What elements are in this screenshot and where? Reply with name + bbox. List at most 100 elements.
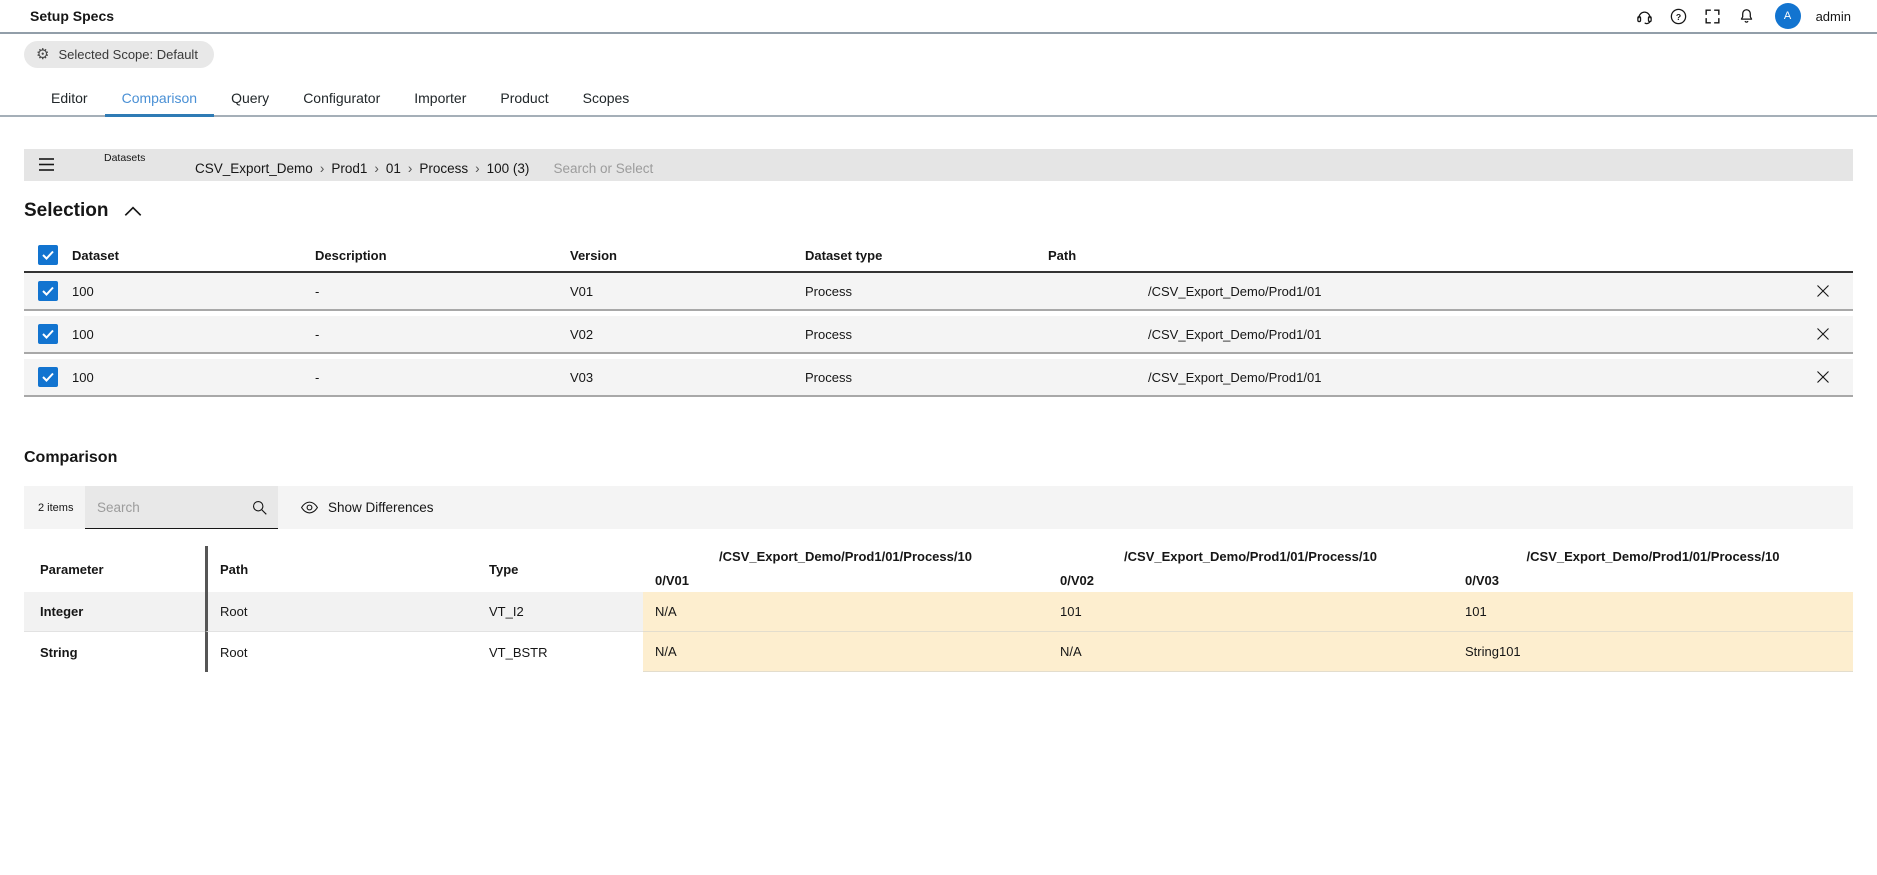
column-header-dataset: Dataset (72, 247, 119, 263)
breadcrumb-item-100[interactable]: 100 (3) (487, 161, 530, 176)
breadcrumb-item-process[interactable]: Process (419, 161, 468, 176)
cell-dataset-type: Process (805, 326, 852, 342)
dataset-search-input[interactable] (553, 161, 1789, 176)
cell-dataset: 100 (72, 283, 94, 299)
cell-path: /CSV_Export_Demo/Prod1/01 (1148, 283, 1322, 299)
version-label: 0/V03 (1465, 573, 1499, 588)
column-header-path: Path (205, 546, 477, 592)
cell-version: V01 (570, 283, 594, 299)
column-header-dataset-type: Dataset type (805, 247, 883, 263)
collapse-chevron-up-icon[interactable] (124, 205, 142, 217)
column-header-parameter: Parameter (40, 561, 104, 577)
eye-icon (300, 501, 319, 514)
comparison-search-input[interactable] (97, 499, 251, 515)
breadcrumb-item-root[interactable]: CSV_Export_Demo (195, 161, 313, 176)
column-header-version: Version (570, 247, 617, 263)
cell-version: V03 (570, 369, 594, 385)
app-title: Setup Specs (30, 8, 115, 24)
cell-path: /CSV_Export_Demo/Prod1/01 (1148, 326, 1322, 342)
selection-table: Dataset Description Version Dataset type… (24, 239, 1853, 397)
tab-editor[interactable]: Editor (34, 84, 105, 115)
cell-path: Root (205, 632, 477, 672)
cell-parameter: String (40, 644, 78, 660)
scope-row: ⚙ Selected Scope: Default (24, 41, 1877, 68)
cell-type: VT_BSTR (489, 644, 548, 660)
group-path-label: /CSV_Export_Demo/Prod1/01/Process/10 (719, 549, 972, 564)
app-header: Setup Specs ? A admin (0, 0, 1877, 34)
help-glyph: ? (1675, 11, 1680, 21)
search-icon (252, 500, 267, 515)
cell-description: - (315, 326, 320, 342)
dataset-search (553, 154, 1853, 176)
table-row[interactable]: 100 - V01 Process /CSV_Export_Demo/Prod1… (24, 273, 1853, 311)
table-row[interactable]: Integer Root VT_I2 N/A 101 101 (24, 592, 1853, 632)
breadcrumb-item-prod1[interactable]: Prod1 (331, 161, 367, 176)
selected-scope-chip[interactable]: ⚙ Selected Scope: Default (24, 41, 214, 68)
remove-row-close-icon[interactable] (1815, 283, 1831, 299)
breadcrumb-separator: › (374, 161, 379, 176)
comparison-table-header: Parameter Path Type /CSV_Export_Demo/Pro… (24, 546, 1853, 592)
help-icon[interactable]: ? (1669, 7, 1688, 26)
cell-description: - (315, 283, 320, 299)
column-header-type: Type (489, 561, 519, 577)
breadcrumb-separator: › (475, 161, 480, 176)
column-header-path: Path (1048, 247, 1077, 263)
cell-dataset: 100 (72, 369, 94, 385)
comparison-table: Parameter Path Type /CSV_Export_Demo/Pro… (24, 546, 1853, 672)
remove-row-close-icon[interactable] (1815, 369, 1831, 385)
cell-value-v03: String101 (1453, 632, 1853, 672)
show-differences-toggle[interactable]: Show Differences (300, 500, 434, 515)
comparison-search (85, 486, 278, 529)
tab-query[interactable]: Query (214, 84, 286, 115)
selection-table-header: Dataset Description Version Dataset type… (24, 239, 1853, 273)
row-checkbox[interactable] (38, 367, 58, 387)
version-column-header-v01: /CSV_Export_Demo/Prod1/01/Process/10 0/V… (643, 546, 1048, 592)
user-avatar[interactable]: A (1774, 3, 1801, 29)
table-row[interactable]: String Root VT_BSTR N/A N/A String101 (24, 632, 1853, 672)
cell-description: - (315, 369, 320, 385)
version-column-header-v02: /CSV_Export_Demo/Prod1/01/Process/10 0/V… (1048, 546, 1453, 592)
tab-comparison[interactable]: Comparison (104, 84, 215, 117)
header-actions: ? A admin (1635, 3, 1851, 29)
column-header-description: Description (315, 247, 387, 263)
table-row[interactable]: 100 - V02 Process /CSV_Export_Demo/Prod1… (24, 316, 1853, 354)
selected-scope-label: Selected Scope: Default (58, 47, 198, 62)
items-count-label: 2 items (38, 501, 74, 514)
breadcrumb: CSV_Export_Demo › Prod1 › 01 › Process ›… (195, 154, 529, 176)
notifications-bell-icon[interactable] (1737, 7, 1756, 26)
breadcrumb-separator: › (319, 161, 325, 176)
table-row[interactable]: 100 - V03 Process /CSV_Export_Demo/Prod1… (24, 359, 1853, 397)
headset-icon[interactable] (1635, 7, 1654, 26)
group-path-label: /CSV_Export_Demo/Prod1/01/Process/10 (1526, 549, 1780, 564)
breadcrumb-item-01[interactable]: 01 (386, 161, 401, 176)
cell-version: V02 (570, 326, 594, 342)
fullscreen-icon[interactable] (1703, 7, 1722, 26)
cell-dataset-type: Process (805, 369, 852, 385)
cell-path: /CSV_Export_Demo/Prod1/01 (1148, 369, 1322, 385)
row-checkbox[interactable] (38, 324, 58, 344)
cell-value-v03: 101 (1453, 592, 1853, 632)
breadcrumb-separator: › (407, 161, 413, 176)
version-column-header-v03: /CSV_Export_Demo/Prod1/01/Process/10 0/V… (1453, 546, 1853, 592)
cell-dataset: 100 (72, 326, 94, 342)
tab-scopes[interactable]: Scopes (566, 84, 647, 115)
cell-path: Root (205, 592, 477, 632)
tab-product[interactable]: Product (483, 84, 565, 115)
comparison-toolbar: 2 items Show Differences (24, 486, 1853, 529)
remove-row-close-icon[interactable] (1815, 326, 1831, 342)
username-label: admin (1815, 8, 1851, 24)
tab-importer[interactable]: Importer (397, 84, 483, 115)
tab-configurator[interactable]: Configurator (286, 84, 397, 115)
gear-icon: ⚙ (36, 46, 50, 63)
version-label: 0/V01 (655, 573, 689, 588)
selection-title: Selection (24, 200, 109, 221)
row-checkbox[interactable] (38, 281, 58, 301)
select-all-checkbox[interactable] (38, 245, 58, 265)
version-label: 0/V02 (1060, 573, 1094, 588)
menu-hamburger-icon[interactable] (38, 157, 55, 172)
selection-section-heading: Selection (24, 200, 1877, 222)
cell-value-v02: N/A (1048, 632, 1453, 672)
group-path-label: /CSV_Export_Demo/Prod1/01/Process/10 (1124, 549, 1377, 564)
cell-parameter: Integer (24, 592, 205, 632)
cell-value-v01: N/A (643, 632, 1048, 672)
